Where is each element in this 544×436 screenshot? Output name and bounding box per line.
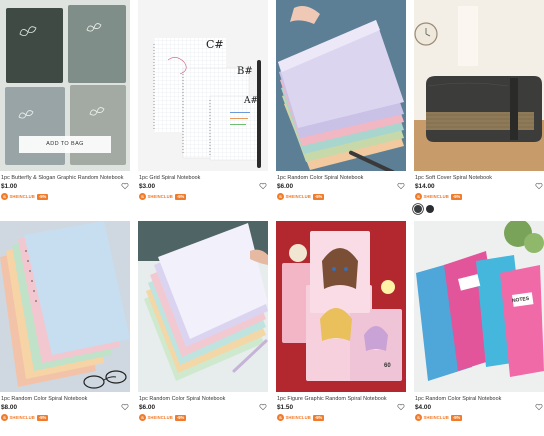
add-to-bag-button[interactable]: ADD TO BAG — [19, 136, 111, 153]
notebook-photo-notes — [414, 221, 544, 392]
wishlist-heart-icon[interactable] — [259, 182, 267, 190]
club-badge: S SHEINCLUB -5% — [277, 193, 325, 200]
product-price: $8.00 — [1, 404, 17, 411]
product-image[interactable]: C# B# A# — [138, 0, 268, 171]
product-title[interactable]: 1pc Soft Cover Spiral Notebook — [415, 175, 543, 182]
club-name: SHEINCLUB — [147, 415, 173, 420]
club-badge: S SHEINCLUB -5% — [1, 193, 49, 200]
club-badge: S SHEINCLUB -5% — [415, 193, 463, 200]
club-discount: -5% — [450, 414, 463, 421]
product-image[interactable] — [276, 0, 406, 171]
anime-notebook-number: 60 — [384, 363, 391, 369]
product-title[interactable]: 1pc Random Color Spiral Notebook — [277, 175, 405, 182]
club-logo-icon: S — [415, 193, 422, 200]
wishlist-heart-icon[interactable] — [535, 182, 543, 190]
product-image[interactable]: 60 — [276, 221, 406, 392]
product-image[interactable] — [414, 0, 544, 171]
product-price: $6.00 — [139, 404, 155, 411]
product-price: $1.50 — [277, 404, 293, 411]
club-name: SHEINCLUB — [285, 194, 311, 199]
club-logo-icon: S — [277, 414, 284, 421]
club-name: SHEINCLUB — [147, 194, 173, 199]
product-price: $6.00 — [277, 183, 293, 190]
notebook-photo-pastel-stack — [276, 0, 406, 171]
grid-label-b: B# — [237, 66, 253, 77]
club-logo-icon: S — [415, 414, 422, 421]
grid-label-a: A# — [244, 96, 259, 106]
wishlist-heart-icon[interactable] — [121, 182, 129, 190]
club-logo-icon: S — [139, 193, 146, 200]
product-price: $1.00 — [1, 183, 17, 190]
club-discount: -5% — [312, 414, 325, 421]
grid-label-c: C# — [206, 38, 224, 51]
club-name: SHEINCLUB — [9, 194, 35, 199]
product-image[interactable] — [138, 221, 268, 392]
club-discount: -5% — [36, 414, 49, 421]
product-price: $4.00 — [415, 404, 431, 411]
wishlist-heart-icon[interactable] — [121, 403, 129, 411]
product-title[interactable]: 1pc Grid Spiral Notebook — [139, 175, 267, 182]
club-badge: S SHEINCLUB -5% — [415, 414, 463, 421]
club-logo-icon: S — [1, 414, 8, 421]
club-logo-icon: S — [277, 193, 284, 200]
product-title[interactable]: 1pc Random Color Spiral Notebook — [1, 396, 129, 403]
notebook-photo-grid — [138, 0, 268, 171]
color-swatch-selected[interactable] — [414, 205, 422, 213]
wishlist-heart-icon[interactable] — [397, 403, 405, 411]
club-name: SHEINCLUB — [285, 415, 311, 420]
wishlist-heart-icon[interactable] — [535, 403, 543, 411]
club-discount: -5% — [450, 193, 463, 200]
product-title[interactable]: 1pc Butterfly & Slogan Graphic Random No… — [1, 175, 129, 182]
club-name: SHEINCLUB — [9, 415, 35, 420]
product-image[interactable]: NOTES — [414, 221, 544, 392]
club-name: SHEINCLUB — [423, 415, 449, 420]
product-title[interactable]: 1pc Random Color Spiral Notebook — [139, 396, 267, 403]
product-price: $3.00 — [139, 183, 155, 190]
product-title[interactable]: 1pc Figure Graphic Random Spiral Noteboo… — [277, 396, 405, 403]
product-title[interactable]: 1pc Random Color Spiral Notebook — [415, 396, 543, 403]
club-badge: S SHEINCLUB -5% — [277, 414, 325, 421]
wishlist-heart-icon[interactable] — [259, 403, 267, 411]
club-logo-icon: S — [1, 193, 8, 200]
club-discount: -5% — [36, 193, 49, 200]
product-grid: ADD TO BAG 1pc Butterfly & Slogan Graphi… — [0, 0, 544, 436]
product-image[interactable]: ADD TO BAG — [0, 0, 130, 171]
product-image[interactable] — [0, 221, 130, 392]
wishlist-heart-icon[interactable] — [397, 182, 405, 190]
club-name: SHEINCLUB — [423, 194, 449, 199]
product-price: $14.00 — [415, 183, 435, 190]
color-swatches — [414, 205, 434, 213]
club-discount: -5% — [312, 193, 325, 200]
club-discount: -5% — [174, 414, 187, 421]
club-badge: S SHEINCLUB -5% — [1, 414, 49, 421]
notebook-photo-fanned — [138, 221, 268, 392]
club-badge: S SHEINCLUB -5% — [139, 193, 187, 200]
club-logo-icon: S — [139, 414, 146, 421]
notebook-photo-pastel-glasses — [0, 221, 130, 392]
notebook-photo-leather — [414, 0, 544, 171]
club-badge: S SHEINCLUB -5% — [139, 414, 187, 421]
club-discount: -5% — [174, 193, 187, 200]
color-swatch[interactable] — [426, 205, 434, 213]
